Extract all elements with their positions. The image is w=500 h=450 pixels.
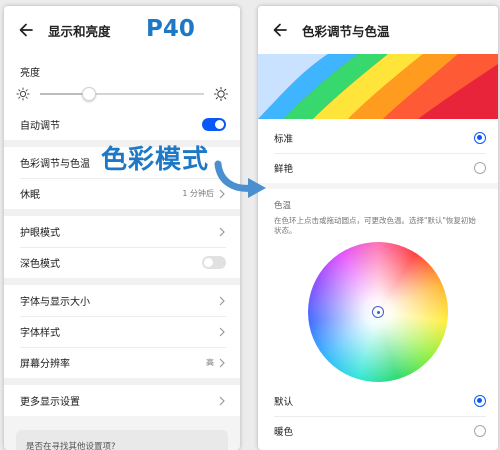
- sleep-label: 休眠: [20, 190, 40, 201]
- warm-temp-label: 暖色: [274, 427, 294, 439]
- pointer-arrow-icon: [214, 160, 266, 198]
- auto-adjust-toggle[interactable]: [202, 118, 226, 131]
- chevron-right-icon: [219, 227, 225, 236]
- font-size-row[interactable]: 字体与显示大小: [4, 285, 240, 316]
- brightness-row: [4, 79, 240, 109]
- default-temp-radio[interactable]: [474, 395, 486, 408]
- default-temp-label: 默认: [274, 397, 294, 409]
- sun-large-icon: [214, 87, 228, 101]
- color-temperature-wheel[interactable]: [308, 242, 448, 383]
- search-tip-text: 是否在寻找其他设置项?: [26, 442, 116, 450]
- dark-mode-toggle[interactable]: [202, 256, 226, 269]
- resolution-label: 屏幕分辨率: [20, 359, 70, 370]
- page-title: 显示和亮度: [48, 23, 111, 39]
- color-temp-description: 在色环上点击或拖动圆点，可更改色温。选择"默认"恢复初始状态。: [274, 216, 476, 236]
- font-style-row[interactable]: 字体样式: [4, 316, 240, 347]
- brightness-slider-thumb[interactable]: [82, 87, 97, 101]
- right-phone-screen: 色彩调节与色温 标准 鲜艳 色温 在色环上点击或拖动圆点，可更改色温。选择"默认…: [258, 6, 498, 450]
- font-card: 字体与显示大小 字体样式 屏幕分辨率 高: [4, 285, 240, 378]
- vivid-mode-radio[interactable]: [474, 162, 486, 174]
- back-arrow-icon[interactable]: [16, 20, 36, 40]
- color-preview-banner: [258, 54, 498, 119]
- vivid-mode-row[interactable]: 鲜艳: [258, 153, 498, 183]
- warm-temp-row[interactable]: 暖色: [258, 416, 498, 446]
- divider: [4, 378, 240, 385]
- back-arrow-icon[interactable]: [270, 20, 290, 40]
- dark-mode-row[interactable]: 深色模式: [4, 247, 240, 278]
- divider: [4, 278, 240, 285]
- chevron-right-icon: [219, 358, 225, 367]
- font-size-label: 字体与显示大小: [20, 297, 90, 308]
- eye-comfort-row[interactable]: 护眼模式: [4, 216, 240, 247]
- device-model-label: P40: [146, 16, 195, 42]
- color-wheel-handle[interactable]: [372, 306, 384, 319]
- eye-comfort-label: 护眼模式: [20, 228, 60, 239]
- sleep-row[interactable]: 休眠 1 分钟后: [4, 178, 240, 209]
- search-tip-box: 是否在寻找其他设置项?: [16, 430, 228, 450]
- more-display-label: 更多显示设置: [20, 397, 80, 408]
- font-style-label: 字体样式: [20, 328, 60, 339]
- resolution-value: 高: [206, 358, 214, 367]
- color-mode-callout: 色彩模式: [101, 145, 210, 175]
- eye-card: 护眼模式 深色模式: [4, 216, 240, 278]
- more-card: 更多显示设置: [4, 385, 240, 416]
- sleep-value: 1 分钟后: [182, 189, 214, 198]
- standard-mode-label: 标准: [274, 134, 294, 145]
- warm-temp-radio[interactable]: [474, 425, 486, 438]
- default-temp-row[interactable]: 默认: [258, 386, 498, 416]
- chevron-right-icon: [219, 396, 225, 405]
- brightness-slider[interactable]: [40, 87, 204, 101]
- auto-adjust-row[interactable]: 自动调节: [4, 109, 240, 140]
- standard-mode-row[interactable]: 标准: [258, 123, 498, 153]
- divider: [4, 209, 240, 216]
- toggle-knob: [204, 258, 213, 267]
- resolution-row[interactable]: 屏幕分辨率 高: [4, 347, 240, 378]
- brightness-card: 亮度 自动调节: [4, 54, 240, 140]
- left-topbar: 显示和亮度: [4, 6, 240, 54]
- standard-mode-radio[interactable]: [474, 132, 486, 144]
- toggle-knob: [215, 120, 224, 129]
- auto-adjust-label: 自动调节: [20, 121, 60, 132]
- vivid-mode-label: 鲜艳: [274, 164, 294, 175]
- color-temp-section-title: 色温: [274, 201, 292, 211]
- right-topbar: 色彩调节与色温: [258, 6, 498, 54]
- page-title: 色彩调节与色温: [302, 23, 390, 39]
- sun-small-icon: [16, 87, 30, 101]
- color-wheel-area: [258, 236, 498, 386]
- left-phone-screen: 显示和亮度 亮度 自动调节 色彩调节与色温 休眠 1 分钟后 护眼模式 深色模式…: [4, 6, 240, 450]
- more-display-row[interactable]: 更多显示设置: [4, 385, 240, 416]
- brightness-label: 亮度: [20, 68, 40, 79]
- dark-mode-label: 深色模式: [20, 259, 60, 270]
- chevron-right-icon: [219, 327, 225, 336]
- chevron-right-icon: [219, 296, 225, 305]
